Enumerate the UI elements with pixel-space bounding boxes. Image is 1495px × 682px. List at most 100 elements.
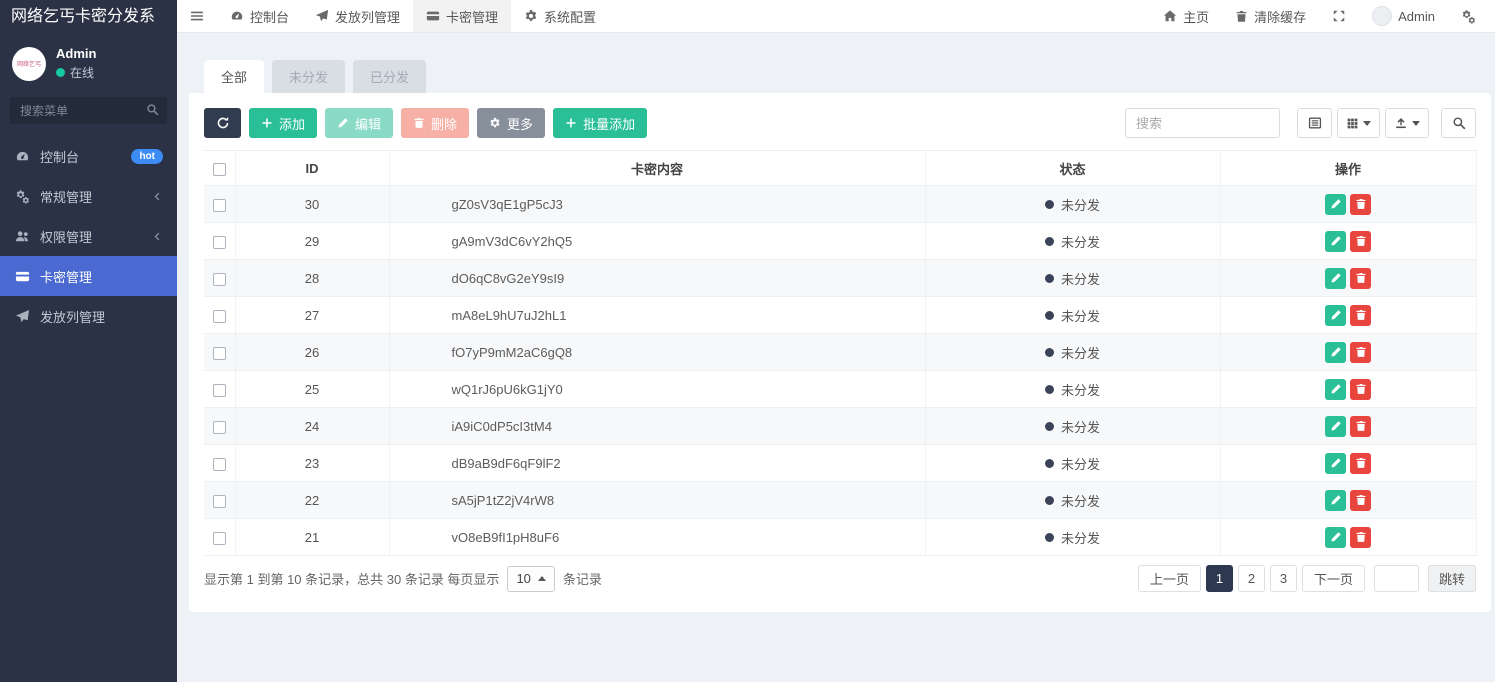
row-checkbox[interactable] xyxy=(213,273,226,286)
pencil-icon xyxy=(1330,272,1342,284)
edit-button[interactable]: 编辑 xyxy=(325,108,393,138)
edit-row-button[interactable] xyxy=(1325,342,1346,363)
table-row: 23dB9aB9dF6qF9lF2未分发 xyxy=(204,445,1476,482)
delete-row-button[interactable] xyxy=(1350,453,1371,474)
sidebar-item-dashboard[interactable]: 控制台 hot xyxy=(0,136,177,176)
tab-undistributed[interactable]: 未分发 xyxy=(272,60,345,93)
delete-row-button[interactable] xyxy=(1350,490,1371,511)
row-code: fO7yP9mM2aC6gQ8 xyxy=(389,334,925,371)
edit-row-button[interactable] xyxy=(1325,194,1346,215)
clear-cache-button[interactable]: 清除缓存 xyxy=(1222,7,1319,26)
header-id: ID xyxy=(235,151,389,186)
status-label: 未分发 xyxy=(1061,306,1100,325)
edit-row-button[interactable] xyxy=(1325,231,1346,252)
user-status: 在线 xyxy=(56,64,96,81)
sidebar-item-permissions[interactable]: 权限管理 xyxy=(0,216,177,256)
table-search-input[interactable] xyxy=(1125,108,1280,138)
user-name: Admin xyxy=(56,46,96,61)
more-button[interactable]: 更多 xyxy=(477,108,545,138)
sidebar-item-label: 卡密管理 xyxy=(40,267,92,286)
settings-menu-button[interactable] xyxy=(1448,9,1489,24)
batch-add-button[interactable]: 批量添加 xyxy=(553,108,647,138)
topnav-distribution[interactable]: 发放列管理 xyxy=(302,0,413,32)
status-badge: 未分发 xyxy=(1045,454,1100,473)
delete-button[interactable]: 删除 xyxy=(401,108,469,138)
page-button-2[interactable]: 2 xyxy=(1238,565,1265,592)
trash-icon xyxy=(1355,346,1367,358)
row-checkbox[interactable] xyxy=(213,421,226,434)
row-checkbox[interactable] xyxy=(213,384,226,397)
delete-row-button[interactable] xyxy=(1350,416,1371,437)
sidebar-toggle-button[interactable] xyxy=(177,0,217,32)
delete-row-button[interactable] xyxy=(1350,268,1371,289)
status-label: 未分发 xyxy=(1061,454,1100,473)
page-button-1[interactable]: 1 xyxy=(1206,565,1233,592)
delete-row-button[interactable] xyxy=(1350,342,1371,363)
delete-row-button[interactable] xyxy=(1350,305,1371,326)
sidebar-item-general[interactable]: 常规管理 xyxy=(0,176,177,216)
row-checkbox[interactable] xyxy=(213,199,226,212)
add-button[interactable]: 添加 xyxy=(249,108,317,138)
export-button[interactable] xyxy=(1385,108,1429,138)
jump-page-input[interactable] xyxy=(1374,565,1419,592)
row-checkbox[interactable] xyxy=(213,310,226,323)
refresh-button[interactable] xyxy=(204,108,241,138)
table-search-button[interactable] xyxy=(1441,108,1476,138)
username-label: Admin xyxy=(1398,9,1435,24)
prev-page-button[interactable]: 上一页 xyxy=(1138,565,1201,592)
status-label: 未分发 xyxy=(1061,195,1100,214)
sidebar-search-input[interactable] xyxy=(10,97,167,124)
status-label: 未分发 xyxy=(1061,380,1100,399)
cogs-icon xyxy=(1461,9,1476,24)
table-footer: 显示第 1 到第 10 条记录，总共 30 条记录 每页显示 10 条记录 上一… xyxy=(204,565,1476,592)
home-button[interactable]: 主页 xyxy=(1150,7,1222,26)
edit-row-button[interactable] xyxy=(1325,416,1346,437)
status-badge: 未分发 xyxy=(1045,195,1100,214)
gauge-icon xyxy=(230,9,244,23)
status-dot-icon xyxy=(1045,237,1054,246)
delete-row-button[interactable] xyxy=(1350,194,1371,215)
tab-all[interactable]: 全部 xyxy=(204,60,264,93)
row-checkbox[interactable] xyxy=(213,532,226,545)
edit-row-button[interactable] xyxy=(1325,453,1346,474)
row-id: 28 xyxy=(235,260,389,297)
topnav-cardkeys[interactable]: 卡密管理 xyxy=(413,0,511,32)
pencil-icon xyxy=(1330,494,1342,506)
columns-button[interactable] xyxy=(1337,108,1380,138)
edit-row-button[interactable] xyxy=(1325,305,1346,326)
row-checkbox-cell xyxy=(204,186,235,223)
row-checkbox[interactable] xyxy=(213,495,226,508)
tab-distributed[interactable]: 已分发 xyxy=(353,60,426,93)
row-checkbox[interactable] xyxy=(213,236,226,249)
page-size-select[interactable]: 10 xyxy=(507,566,554,592)
delete-row-button[interactable] xyxy=(1350,231,1371,252)
online-dot-icon xyxy=(56,68,65,77)
edit-row-button[interactable] xyxy=(1325,527,1346,548)
delete-row-button[interactable] xyxy=(1350,379,1371,400)
page-button-3[interactable]: 3 xyxy=(1270,565,1297,592)
edit-row-button[interactable] xyxy=(1325,268,1346,289)
user-menu[interactable]: Admin xyxy=(1359,6,1448,26)
status-dot-icon xyxy=(1045,348,1054,357)
topnav-dashboard[interactable]: 控制台 xyxy=(217,0,302,32)
page-size-value: 10 xyxy=(516,571,530,586)
select-all-checkbox[interactable] xyxy=(213,163,226,176)
next-page-button[interactable]: 下一页 xyxy=(1302,565,1365,592)
edit-row-button[interactable] xyxy=(1325,379,1346,400)
row-status-cell: 未分发 xyxy=(925,223,1220,260)
menu-icon xyxy=(190,9,204,23)
jump-button[interactable]: 跳转 xyxy=(1428,565,1476,592)
row-status-cell: 未分发 xyxy=(925,519,1220,556)
edit-row-button[interactable] xyxy=(1325,490,1346,511)
caret-up-icon xyxy=(538,576,546,581)
fullscreen-button[interactable] xyxy=(1319,9,1359,23)
row-checkbox[interactable] xyxy=(213,347,226,360)
sidebar-item-cardkeys[interactable]: 卡密管理 xyxy=(0,256,177,296)
toggle-view-button[interactable] xyxy=(1297,108,1332,138)
row-actions-cell xyxy=(1220,186,1476,223)
search-icon xyxy=(146,103,159,116)
row-checkbox[interactable] xyxy=(213,458,226,471)
delete-row-button[interactable] xyxy=(1350,527,1371,548)
sidebar-item-distribution[interactable]: 发放列管理 xyxy=(0,296,177,336)
topnav-settings[interactable]: 系统配置 xyxy=(511,0,609,32)
